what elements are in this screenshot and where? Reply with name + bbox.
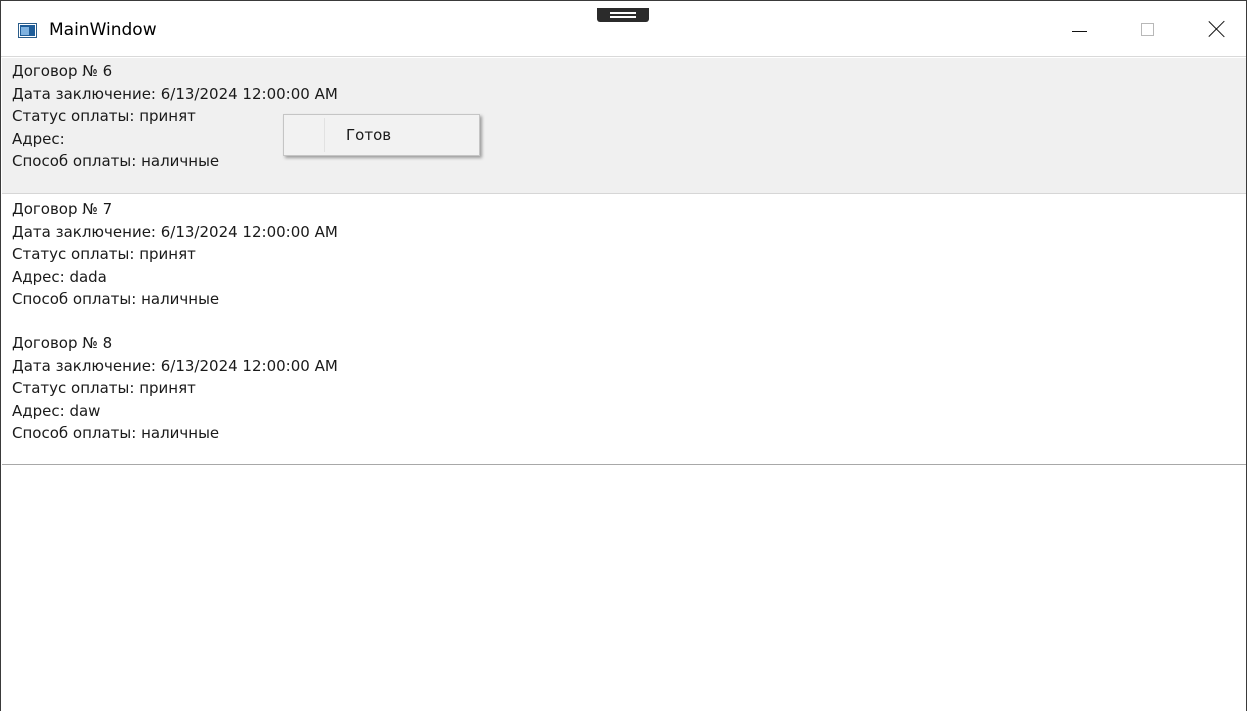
title-bar[interactable]: MainWindow xyxy=(1,1,1246,57)
menu-item-label: Готов xyxy=(346,126,392,144)
order-address: Адрес: daw xyxy=(12,401,101,420)
order-date: Дата заключение: 6/13/2024 12:00:00 AM xyxy=(12,84,338,103)
order-payment: Способ оплаты: наличные xyxy=(12,290,220,309)
order-number: Договор № 7 xyxy=(12,200,113,218)
list-item[interactable]: Договор № 7 Дата заключение: 6/13/2024 1… xyxy=(2,194,1246,328)
context-menu: Готов xyxy=(283,114,480,156)
order-address: Адрес: dada xyxy=(12,267,107,286)
order-payment: Способ оплаты: наличные xyxy=(12,152,220,171)
context-menu-item-ready[interactable]: Готов xyxy=(285,116,478,154)
order-status: Статус оплаты: принят xyxy=(12,379,196,398)
close-button[interactable] xyxy=(1191,1,1243,57)
order-date: Дата заключение: 6/13/2024 12:00:00 AM xyxy=(12,356,338,375)
minimize-icon xyxy=(1071,30,1087,32)
order-status: Статус оплаты: принят xyxy=(12,107,196,126)
menu-icon-gutter xyxy=(285,116,325,154)
app-icon xyxy=(18,23,37,38)
order-payment: Способ оплаты: наличные xyxy=(12,424,220,443)
order-number: Договор № 6 xyxy=(12,62,113,80)
maximize-button[interactable] xyxy=(1121,1,1173,57)
minimize-button[interactable] xyxy=(1053,1,1105,57)
close-icon xyxy=(1209,21,1225,37)
order-number: Договор № 8 xyxy=(12,334,113,352)
window-title: MainWindow xyxy=(49,20,157,40)
list-divider xyxy=(2,464,1246,465)
main-window: MainWindow Договор № 6 Дата заключение: … xyxy=(0,0,1247,711)
maximize-icon xyxy=(1140,22,1154,36)
order-date: Дата заключение: 6/13/2024 12:00:00 AM xyxy=(12,222,338,241)
list-item[interactable]: Договор № 6 Дата заключение: 6/13/2024 1… xyxy=(2,58,1246,194)
drag-handle-icon[interactable] xyxy=(597,8,649,30)
order-status: Статус оплаты: принят xyxy=(12,245,196,264)
orders-list[interactable]: Договор № 6 Дата заключение: 6/13/2024 1… xyxy=(2,58,1246,462)
menu-separator xyxy=(324,118,325,152)
order-address: Адрес: xyxy=(12,129,65,148)
list-item[interactable]: Договор № 8 Дата заключение: 6/13/2024 1… xyxy=(2,328,1246,462)
